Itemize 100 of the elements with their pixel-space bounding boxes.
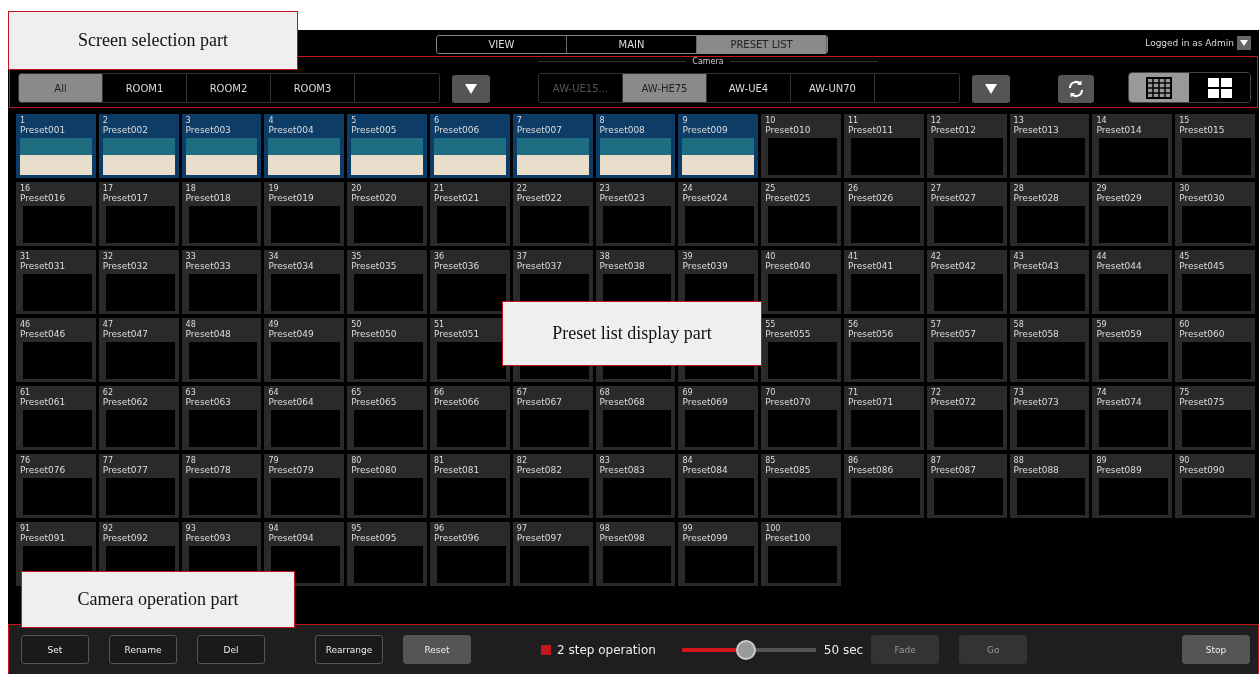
preset-tile[interactable]: 17 Preset017: [98, 182, 179, 246]
preset-tile[interactable]: 35 Preset035: [347, 250, 427, 314]
camera-tab[interactable]: AW-HE75: [623, 74, 707, 102]
operation-button[interactable]: Set: [21, 635, 89, 664]
preset-tile[interactable]: 15 Preset015: [1175, 114, 1255, 178]
preset-tile[interactable]: 87 Preset087: [926, 454, 1007, 518]
preset-tile[interactable]: 64 Preset064: [264, 386, 345, 450]
preset-tile[interactable]: 5 Preset005: [347, 114, 427, 178]
preset-tile[interactable]: 94 Preset094: [264, 522, 345, 586]
preset-tile[interactable]: 73 Preset073: [1009, 386, 1090, 450]
preset-tile[interactable]: 67 Preset067: [512, 386, 593, 450]
camera-dropdown-button[interactable]: [972, 75, 1010, 103]
preset-tile[interactable]: 7 Preset007: [512, 114, 593, 178]
preset-tile[interactable]: 58 Preset058: [1009, 318, 1090, 382]
preset-tile[interactable]: 55 Preset055: [761, 318, 841, 382]
preset-tile[interactable]: 70 Preset070: [761, 386, 841, 450]
preset-tile[interactable]: 50 Preset050: [347, 318, 427, 382]
preset-tile[interactable]: 6 Preset006: [430, 114, 510, 178]
preset-tile[interactable]: 31 Preset031: [16, 250, 96, 314]
preset-tile[interactable]: 13 Preset013: [1009, 114, 1090, 178]
preset-tile[interactable]: 44 Preset044: [1092, 250, 1173, 314]
preset-tile[interactable]: 84 Preset084: [678, 454, 759, 518]
operation-button[interactable]: Rearrange: [315, 635, 383, 664]
preset-tile[interactable]: 99 Preset099: [678, 522, 759, 586]
preset-tile[interactable]: 33 Preset033: [181, 250, 262, 314]
preset-tile[interactable]: 32 Preset032: [98, 250, 179, 314]
preset-tile[interactable]: 97 Preset097: [512, 522, 593, 586]
preset-tile[interactable]: 49 Preset049: [264, 318, 345, 382]
preset-tile[interactable]: 57 Preset057: [926, 318, 1007, 382]
preset-tile[interactable]: 80 Preset080: [347, 454, 427, 518]
refresh-button[interactable]: [1058, 75, 1094, 103]
screen-tab[interactable]: VIEW: [437, 36, 567, 53]
checkbox[interactable]: [541, 644, 551, 655]
preset-tile[interactable]: 47 Preset047: [98, 318, 179, 382]
preset-tile[interactable]: 59 Preset059: [1092, 318, 1173, 382]
preset-tile[interactable]: 63 Preset063: [181, 386, 262, 450]
preset-tile[interactable]: 88 Preset088: [1009, 454, 1090, 518]
preset-tile[interactable]: 86 Preset086: [844, 454, 924, 518]
preset-tile[interactable]: 85 Preset085: [761, 454, 841, 518]
operation-button[interactable]: Rename: [109, 635, 177, 664]
stop-button[interactable]: Stop: [1182, 635, 1250, 664]
grid-view-button[interactable]: [1128, 73, 1190, 102]
preset-tile[interactable]: 66 Preset066: [430, 386, 510, 450]
preset-tile[interactable]: 11 Preset011: [844, 114, 924, 178]
preset-tile[interactable]: 22 Preset022: [512, 182, 593, 246]
preset-tile[interactable]: 45 Preset045: [1175, 250, 1255, 314]
preset-tile[interactable]: 83 Preset083: [595, 454, 676, 518]
preset-tile[interactable]: 19 Preset019: [264, 182, 345, 246]
preset-tile[interactable]: 56 Preset056: [844, 318, 924, 382]
preset-tile[interactable]: 42 Preset042: [926, 250, 1007, 314]
preset-tile[interactable]: 78 Preset078: [181, 454, 262, 518]
preset-tile[interactable]: 25 Preset025: [761, 182, 841, 246]
preset-tile[interactable]: 10 Preset010: [761, 114, 841, 178]
preset-tile[interactable]: 65 Preset065: [347, 386, 427, 450]
preset-tile[interactable]: 82 Preset082: [512, 454, 593, 518]
preset-tile[interactable]: 77 Preset077: [98, 454, 179, 518]
preset-tile[interactable]: 69 Preset069: [678, 386, 759, 450]
preset-tile[interactable]: 72 Preset072: [926, 386, 1007, 450]
preset-tile[interactable]: 23 Preset023: [595, 182, 676, 246]
preset-tile[interactable]: 48 Preset048: [181, 318, 262, 382]
preset-tile[interactable]: 62 Preset062: [98, 386, 179, 450]
preset-tile[interactable]: 96 Preset096: [430, 522, 510, 586]
preset-tile[interactable]: 24 Preset024: [678, 182, 759, 246]
preset-tile[interactable]: 89 Preset089: [1092, 454, 1173, 518]
preset-tile[interactable]: 2 Preset002: [98, 114, 179, 178]
preset-tile[interactable]: 90 Preset090: [1175, 454, 1255, 518]
preset-tile[interactable]: 68 Preset068: [595, 386, 676, 450]
preset-tile[interactable]: 14 Preset014: [1092, 114, 1173, 178]
preset-tile[interactable]: 27 Preset027: [926, 182, 1007, 246]
preset-tile[interactable]: 76 Preset076: [16, 454, 96, 518]
preset-tile[interactable]: 43 Preset043: [1009, 250, 1090, 314]
operation-button[interactable]: Reset: [403, 635, 471, 664]
preset-tile[interactable]: 1 Preset001: [16, 114, 96, 178]
preset-tile[interactable]: 12 Preset012: [926, 114, 1007, 178]
preset-tile[interactable]: 79 Preset079: [264, 454, 345, 518]
preset-tile[interactable]: 3 Preset003: [181, 114, 262, 178]
category-dropdown-button[interactable]: [452, 75, 490, 103]
preset-tile[interactable]: 46 Preset046: [16, 318, 96, 382]
preset-tile[interactable]: 16 Preset016: [16, 182, 96, 246]
preset-tile[interactable]: 18 Preset018: [181, 182, 262, 246]
preset-tile[interactable]: 75 Preset075: [1175, 386, 1255, 450]
preset-tile[interactable]: 74 Preset074: [1092, 386, 1173, 450]
preset-tile[interactable]: 8 Preset008: [595, 114, 676, 178]
screen-tab[interactable]: PRESET LIST: [697, 36, 827, 53]
preset-tile[interactable]: 4 Preset004: [264, 114, 345, 178]
preset-tile[interactable]: 21 Preset021: [430, 182, 510, 246]
preset-tile[interactable]: 95 Preset095: [347, 522, 427, 586]
preset-tile[interactable]: 61 Preset061: [16, 386, 96, 450]
preset-tile[interactable]: 30 Preset030: [1175, 182, 1255, 246]
preset-tile[interactable]: 26 Preset026: [844, 182, 924, 246]
preset-tile[interactable]: 34 Preset034: [264, 250, 345, 314]
preset-tile[interactable]: 51 Preset051: [430, 318, 510, 382]
preset-tile[interactable]: 9 Preset009: [678, 114, 759, 178]
preset-tile[interactable]: 36 Preset036: [430, 250, 510, 314]
operation-button[interactable]: Del: [197, 635, 265, 664]
category-tab[interactable]: All: [19, 74, 103, 102]
preset-tile[interactable]: 41 Preset041: [844, 250, 924, 314]
preset-tile[interactable]: 100 Preset100: [761, 522, 841, 586]
preset-tile[interactable]: 29 Preset029: [1092, 182, 1173, 246]
preset-tile[interactable]: 20 Preset020: [347, 182, 427, 246]
